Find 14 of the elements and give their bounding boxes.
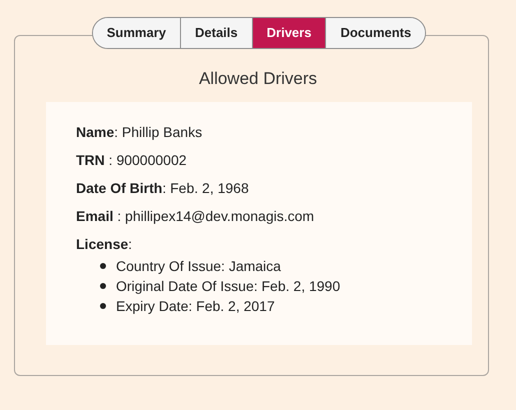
- driver-field: TRN : 900000002: [76, 150, 472, 168]
- driver-field: Email : phillipex14@dev.monagis.com: [76, 206, 472, 224]
- license-detail: Expiry Date: Feb. 2, 2017: [116, 296, 275, 316]
- bullet-icon: [100, 282, 106, 288]
- driver-field: Date Of Birth: Feb. 2, 1968: [76, 178, 472, 196]
- driver-field: Name: Phillip Banks: [76, 122, 472, 140]
- tab[interactable]: Documents: [325, 18, 426, 48]
- license-detail: Country Of Issue: Jamaica: [116, 256, 281, 276]
- section-title: Allowed Drivers: [198, 68, 318, 90]
- license-heading: License:: [76, 234, 134, 252]
- tab[interactable]: Drivers: [252, 18, 326, 48]
- bullet-icon: [100, 302, 106, 308]
- bullet-icon: [100, 262, 106, 268]
- license-detail: Original Date Of Issue: Feb. 2, 1990: [116, 276, 340, 296]
